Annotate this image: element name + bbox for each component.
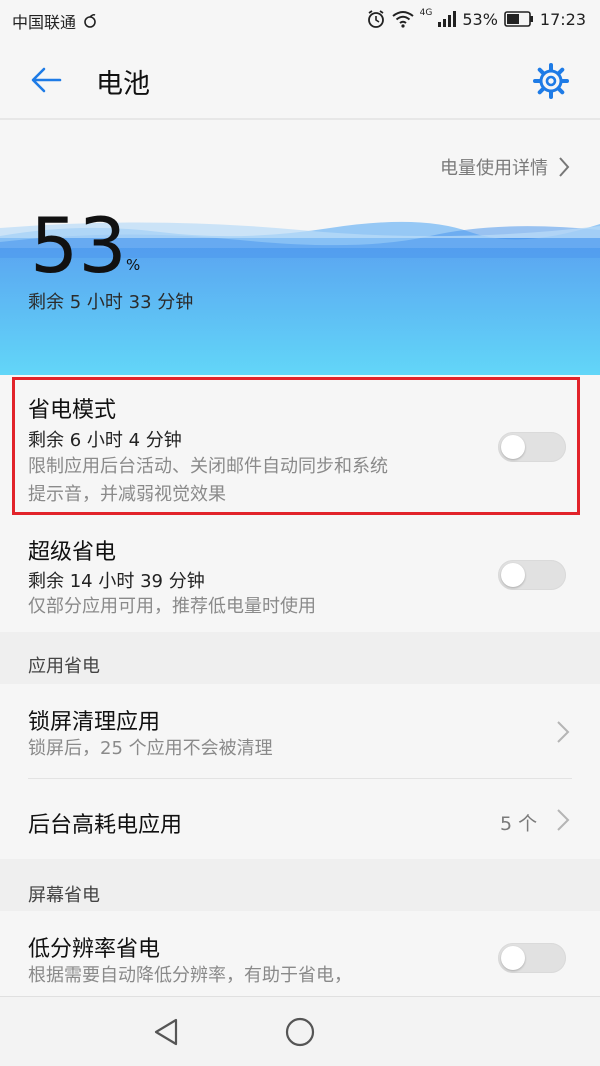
carrier-logo-icon: [82, 13, 98, 29]
lock-screen-clean-title: 锁屏清理应用: [28, 710, 161, 735]
network-type-label: 4G: [419, 8, 433, 18]
nav-back-button[interactable]: [152, 1017, 180, 1051]
ultra-saving-description: 仅部分应用可用，推荐低电量时使用: [28, 596, 316, 617]
settings-button[interactable]: [532, 62, 570, 100]
toggle-knob: [501, 946, 525, 970]
chevron-right-icon: [559, 157, 570, 177]
circle-home-icon: [285, 1017, 315, 1047]
back-arrow-icon: [31, 67, 62, 93]
section-header-label: 应用省电: [28, 656, 100, 677]
section-header-label: 屏幕省电: [28, 885, 100, 906]
lock-screen-clean-row[interactable]: 锁屏清理应用 锁屏后，25 个应用不会被清理: [0, 684, 600, 778]
ultra-saving-remaining: 剩余 14 小时 39 分钟: [28, 571, 205, 592]
status-right: 4G 53% 17:23: [366, 8, 586, 29]
page-title: 电池: [96, 69, 150, 100]
section-header-screen-saving: 屏幕省电: [0, 859, 600, 911]
system-navigation-bar: [0, 996, 600, 1066]
low-resolution-toggle[interactable]: [498, 943, 566, 973]
highlight-frame: [12, 377, 580, 515]
chevron-right-icon: [557, 721, 570, 743]
clock: 17:23: [539, 9, 586, 29]
battery-percent-text: 53%: [462, 9, 498, 29]
chevron-right-icon: [557, 809, 570, 831]
battery-level-unit: %: [126, 256, 141, 274]
high-usage-apps-title: 后台高耗电应用: [28, 813, 183, 838]
triangle-back-icon: [154, 1018, 178, 1046]
carrier-name: 中国联通: [12, 13, 77, 32]
wifi-icon: [392, 10, 414, 28]
status-bar: 中国联通 4G 53% 17:23: [0, 0, 600, 40]
low-resolution-description: 根据需要自动降低分辨率，有助于省电，: [28, 965, 352, 986]
low-resolution-row[interactable]: 低分辨率省电 根据需要自动降低分辨率，有助于省电，: [0, 911, 600, 996]
app-bar: 电池: [0, 40, 600, 120]
gear-icon: [533, 63, 569, 99]
back-button[interactable]: [28, 62, 64, 98]
nav-home-button[interactable]: [284, 1016, 316, 1052]
battery-overview: 电量使用详情 53 % 剩余 5 小时 33 分钟: [0, 120, 600, 375]
battery-icon: [504, 11, 534, 27]
usage-details-link[interactable]: 电量使用详情: [440, 154, 570, 180]
signal-icon: [438, 11, 457, 27]
ultra-saving-row[interactable]: 超级省电 剩余 14 小时 39 分钟 仅部分应用可用，推荐低电量时使用: [0, 520, 600, 632]
ultra-saving-title: 超级省电: [28, 540, 117, 565]
battery-remaining-time: 剩余 5 小时 33 分钟: [28, 292, 194, 313]
high-usage-apps-row[interactable]: 后台高耗电应用 5 个: [0, 779, 600, 859]
alarm-icon: [366, 9, 386, 29]
usage-details-label: 电量使用详情: [440, 158, 548, 179]
status-left: 中国联通: [12, 9, 98, 33]
high-usage-apps-count: 5 个: [500, 813, 538, 835]
lock-screen-clean-description: 锁屏后，25 个应用不会被清理: [28, 738, 273, 759]
low-resolution-title: 低分辨率省电: [28, 937, 161, 962]
ultra-saving-toggle[interactable]: [498, 560, 566, 590]
battery-settings-screen: 中国联通 4G 53% 17:23 电池 电量使用详情 53 % 剩余 5 小时…: [0, 0, 600, 1066]
toggle-knob: [501, 563, 525, 587]
battery-level: 53: [30, 201, 127, 290]
section-header-app-saving: 应用省电: [0, 632, 600, 684]
